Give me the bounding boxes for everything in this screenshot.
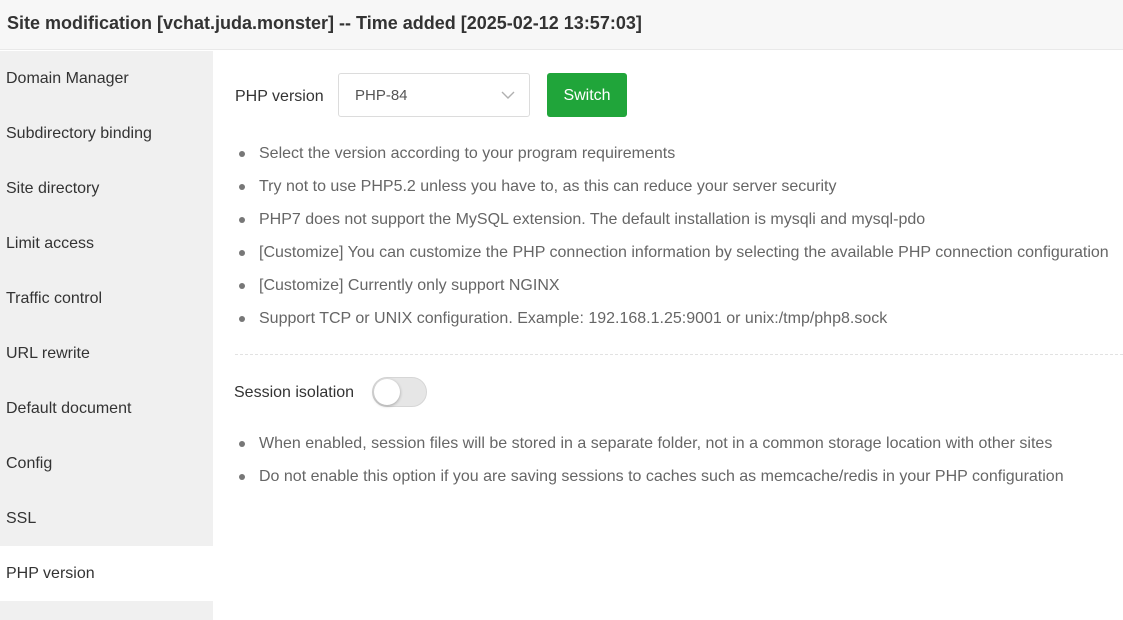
sidebar-item-traffic-control[interactable]: Traffic control	[0, 271, 213, 326]
sidebar-item-label: Subdirectory binding	[6, 125, 152, 142]
list-item: Do not enable this option if you are sav…	[235, 460, 1064, 493]
sidebar-item-default-document[interactable]: Default document	[0, 381, 213, 436]
sidebar-item-domain-manager[interactable]: Domain Manager	[0, 51, 213, 106]
title-bar: Site modification [vchat.juda.monster] -…	[0, 0, 1123, 50]
list-item: [Customize] You can customize the PHP co…	[235, 236, 1109, 269]
sidebar-item-ssl[interactable]: SSL	[0, 491, 213, 546]
php-version-selected: PHP-84	[355, 87, 408, 104]
section-divider	[235, 354, 1123, 355]
sidebar-item-site-directory[interactable]: Site directory	[0, 161, 213, 216]
sidebar-item-label: Site directory	[6, 180, 100, 197]
list-item: When enabled, session files will be stor…	[235, 427, 1064, 460]
session-tips-list: When enabled, session files will be stor…	[235, 427, 1064, 493]
window-title: Site modification [vchat.juda.monster] -…	[7, 13, 642, 33]
sidebar-item-url-rewrite[interactable]: URL rewrite	[0, 326, 213, 381]
php-tips-list: Select the version according to your pro…	[235, 137, 1109, 335]
session-isolation-toggle[interactable]	[372, 377, 427, 407]
sidebar-item-limit-access[interactable]: Limit access	[0, 216, 213, 271]
list-item: Select the version according to your pro…	[235, 137, 1109, 170]
toggle-knob	[374, 379, 400, 405]
sidebar-item-php-version[interactable]: PHP version	[0, 546, 213, 601]
sidebar: Domain Manager Subdirectory binding Site…	[0, 51, 213, 620]
session-isolation-label: Session isolation	[234, 384, 355, 401]
switch-button[interactable]: Switch	[547, 73, 627, 117]
sidebar-item-label: PHP version	[6, 565, 95, 582]
list-item: Support TCP or UNIX configuration. Examp…	[235, 302, 1109, 335]
list-item: [Customize] Currently only support NGINX	[235, 269, 1109, 302]
sidebar-item-label: Default document	[6, 400, 132, 417]
php-version-label: PHP version	[235, 88, 324, 105]
list-item: PHP7 does not support the MySQL extensio…	[235, 203, 1109, 236]
php-version-select[interactable]: PHP-84	[338, 73, 530, 117]
sidebar-item-label: URL rewrite	[6, 345, 90, 362]
sidebar-item-label: Config	[6, 455, 53, 472]
sidebar-item-config[interactable]: Config	[0, 436, 213, 491]
sidebar-item-label: SSL	[6, 510, 37, 527]
sidebar-item-label: Domain Manager	[6, 70, 129, 87]
list-item: Try not to use PHP5.2 unless you have to…	[235, 170, 1109, 203]
sidebar-item-label: Limit access	[6, 235, 95, 252]
main-panel: PHP version PHP-84 Switch Select the ver…	[213, 51, 1123, 620]
sidebar-item-label: Traffic control	[6, 290, 103, 307]
chevron-down-icon	[501, 91, 515, 99]
sidebar-item-subdirectory-binding[interactable]: Subdirectory binding	[0, 106, 213, 161]
